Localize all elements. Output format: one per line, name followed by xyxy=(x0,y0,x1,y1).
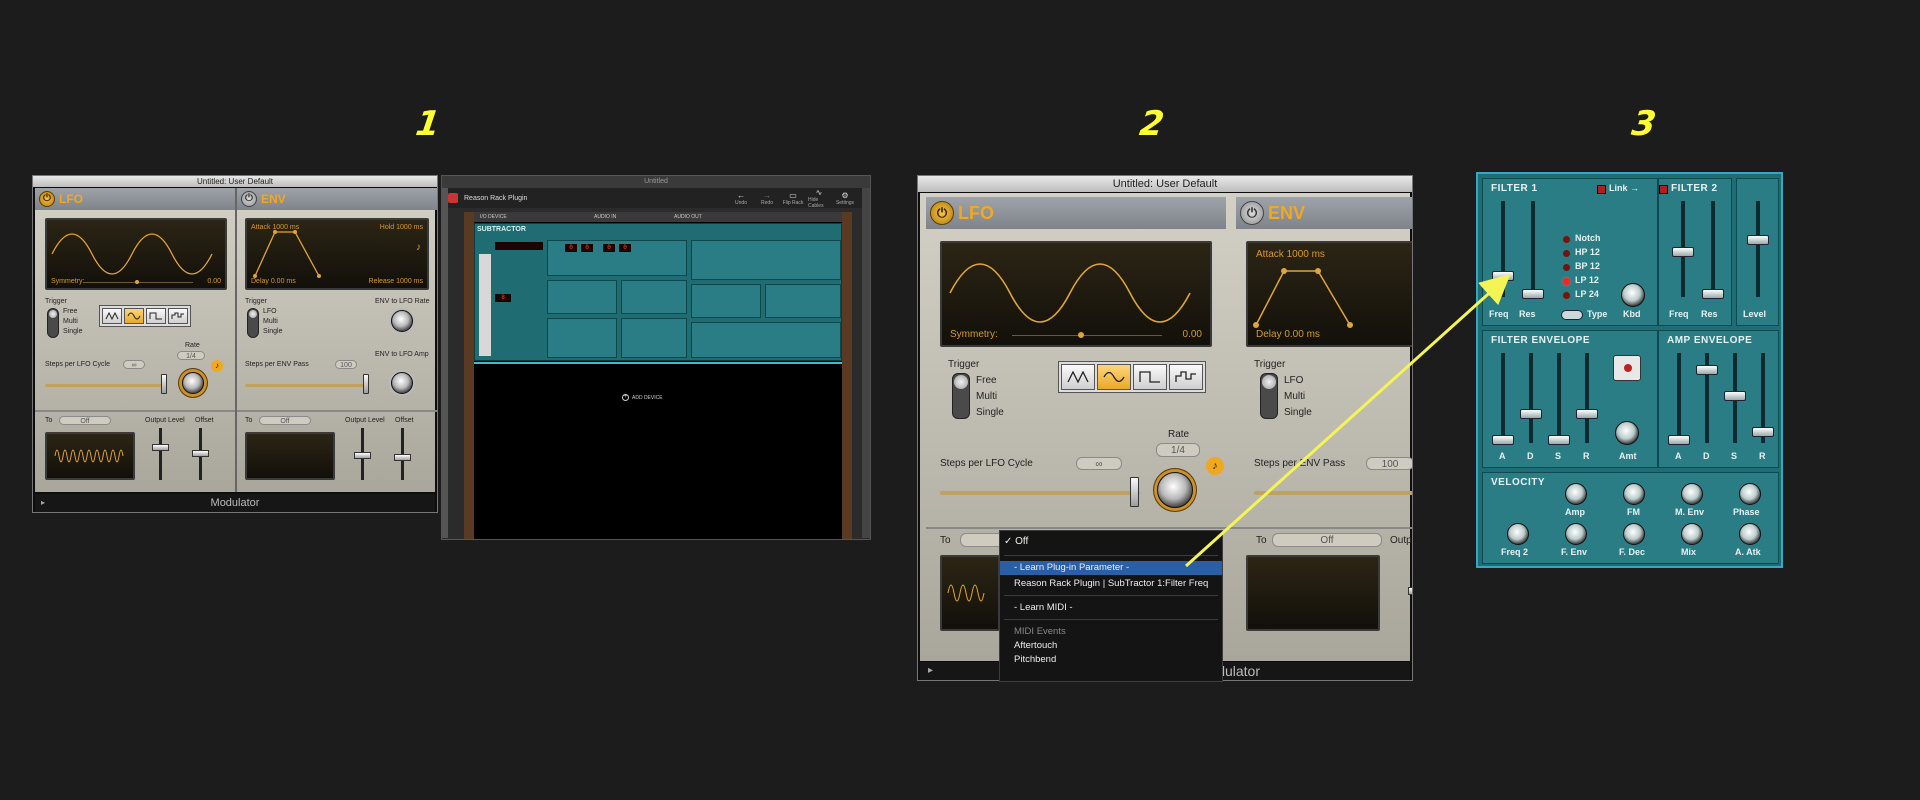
arrow-line xyxy=(1184,273,1511,568)
stage: 1 2 3 Untitled: User Default ⏻ LFO ⏻ ENV… xyxy=(0,0,1920,800)
annotation-arrow xyxy=(1184,273,1511,568)
